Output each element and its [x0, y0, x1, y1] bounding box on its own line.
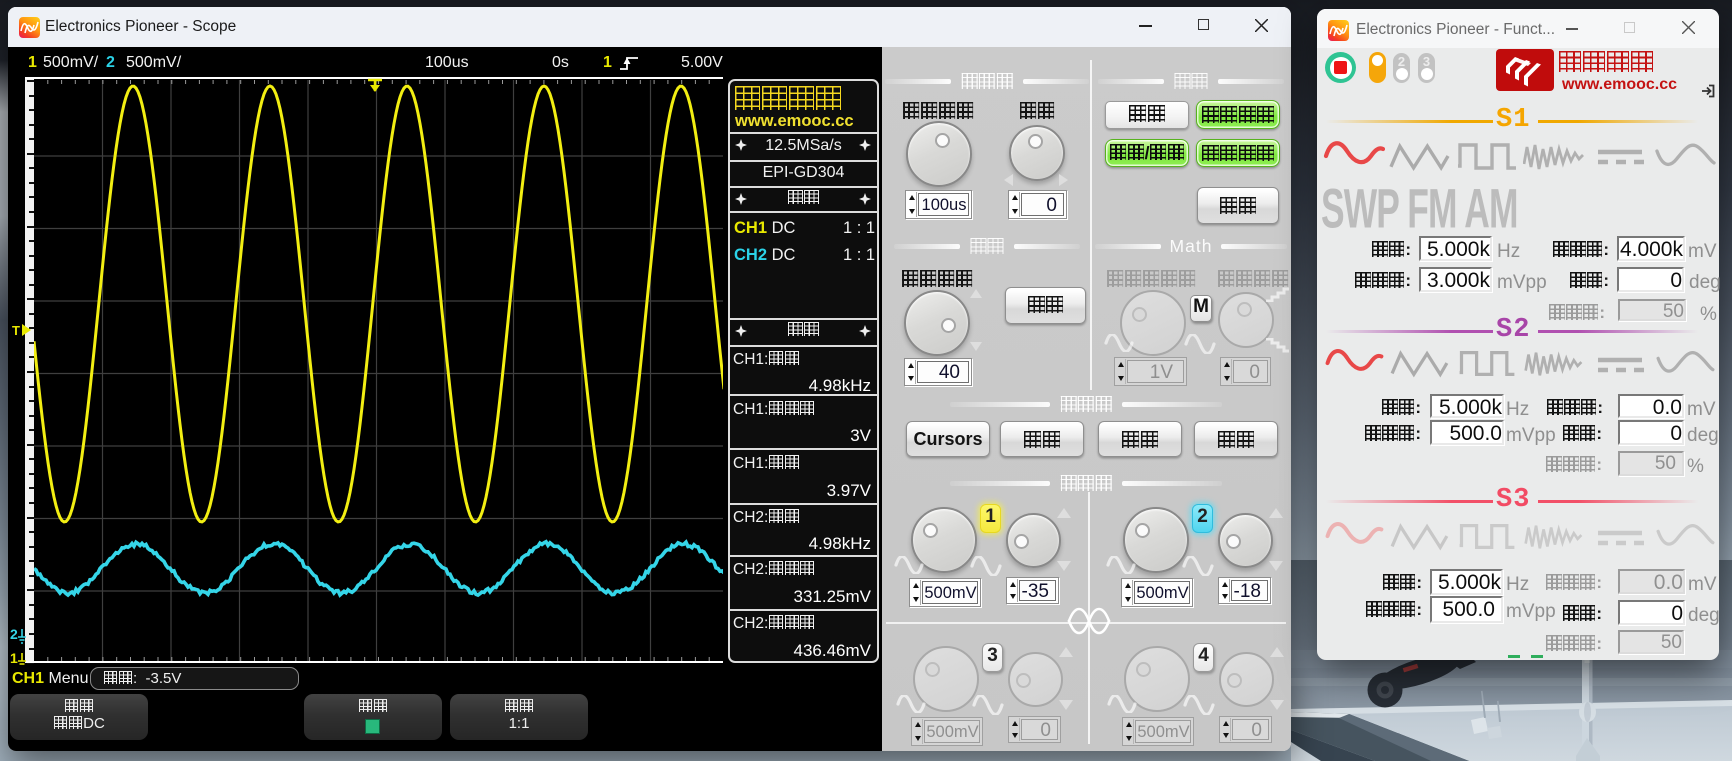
- svg-text:2: 2: [10, 626, 18, 642]
- svg-text:1: 1: [10, 650, 18, 666]
- svg-text:T: T: [12, 323, 20, 338]
